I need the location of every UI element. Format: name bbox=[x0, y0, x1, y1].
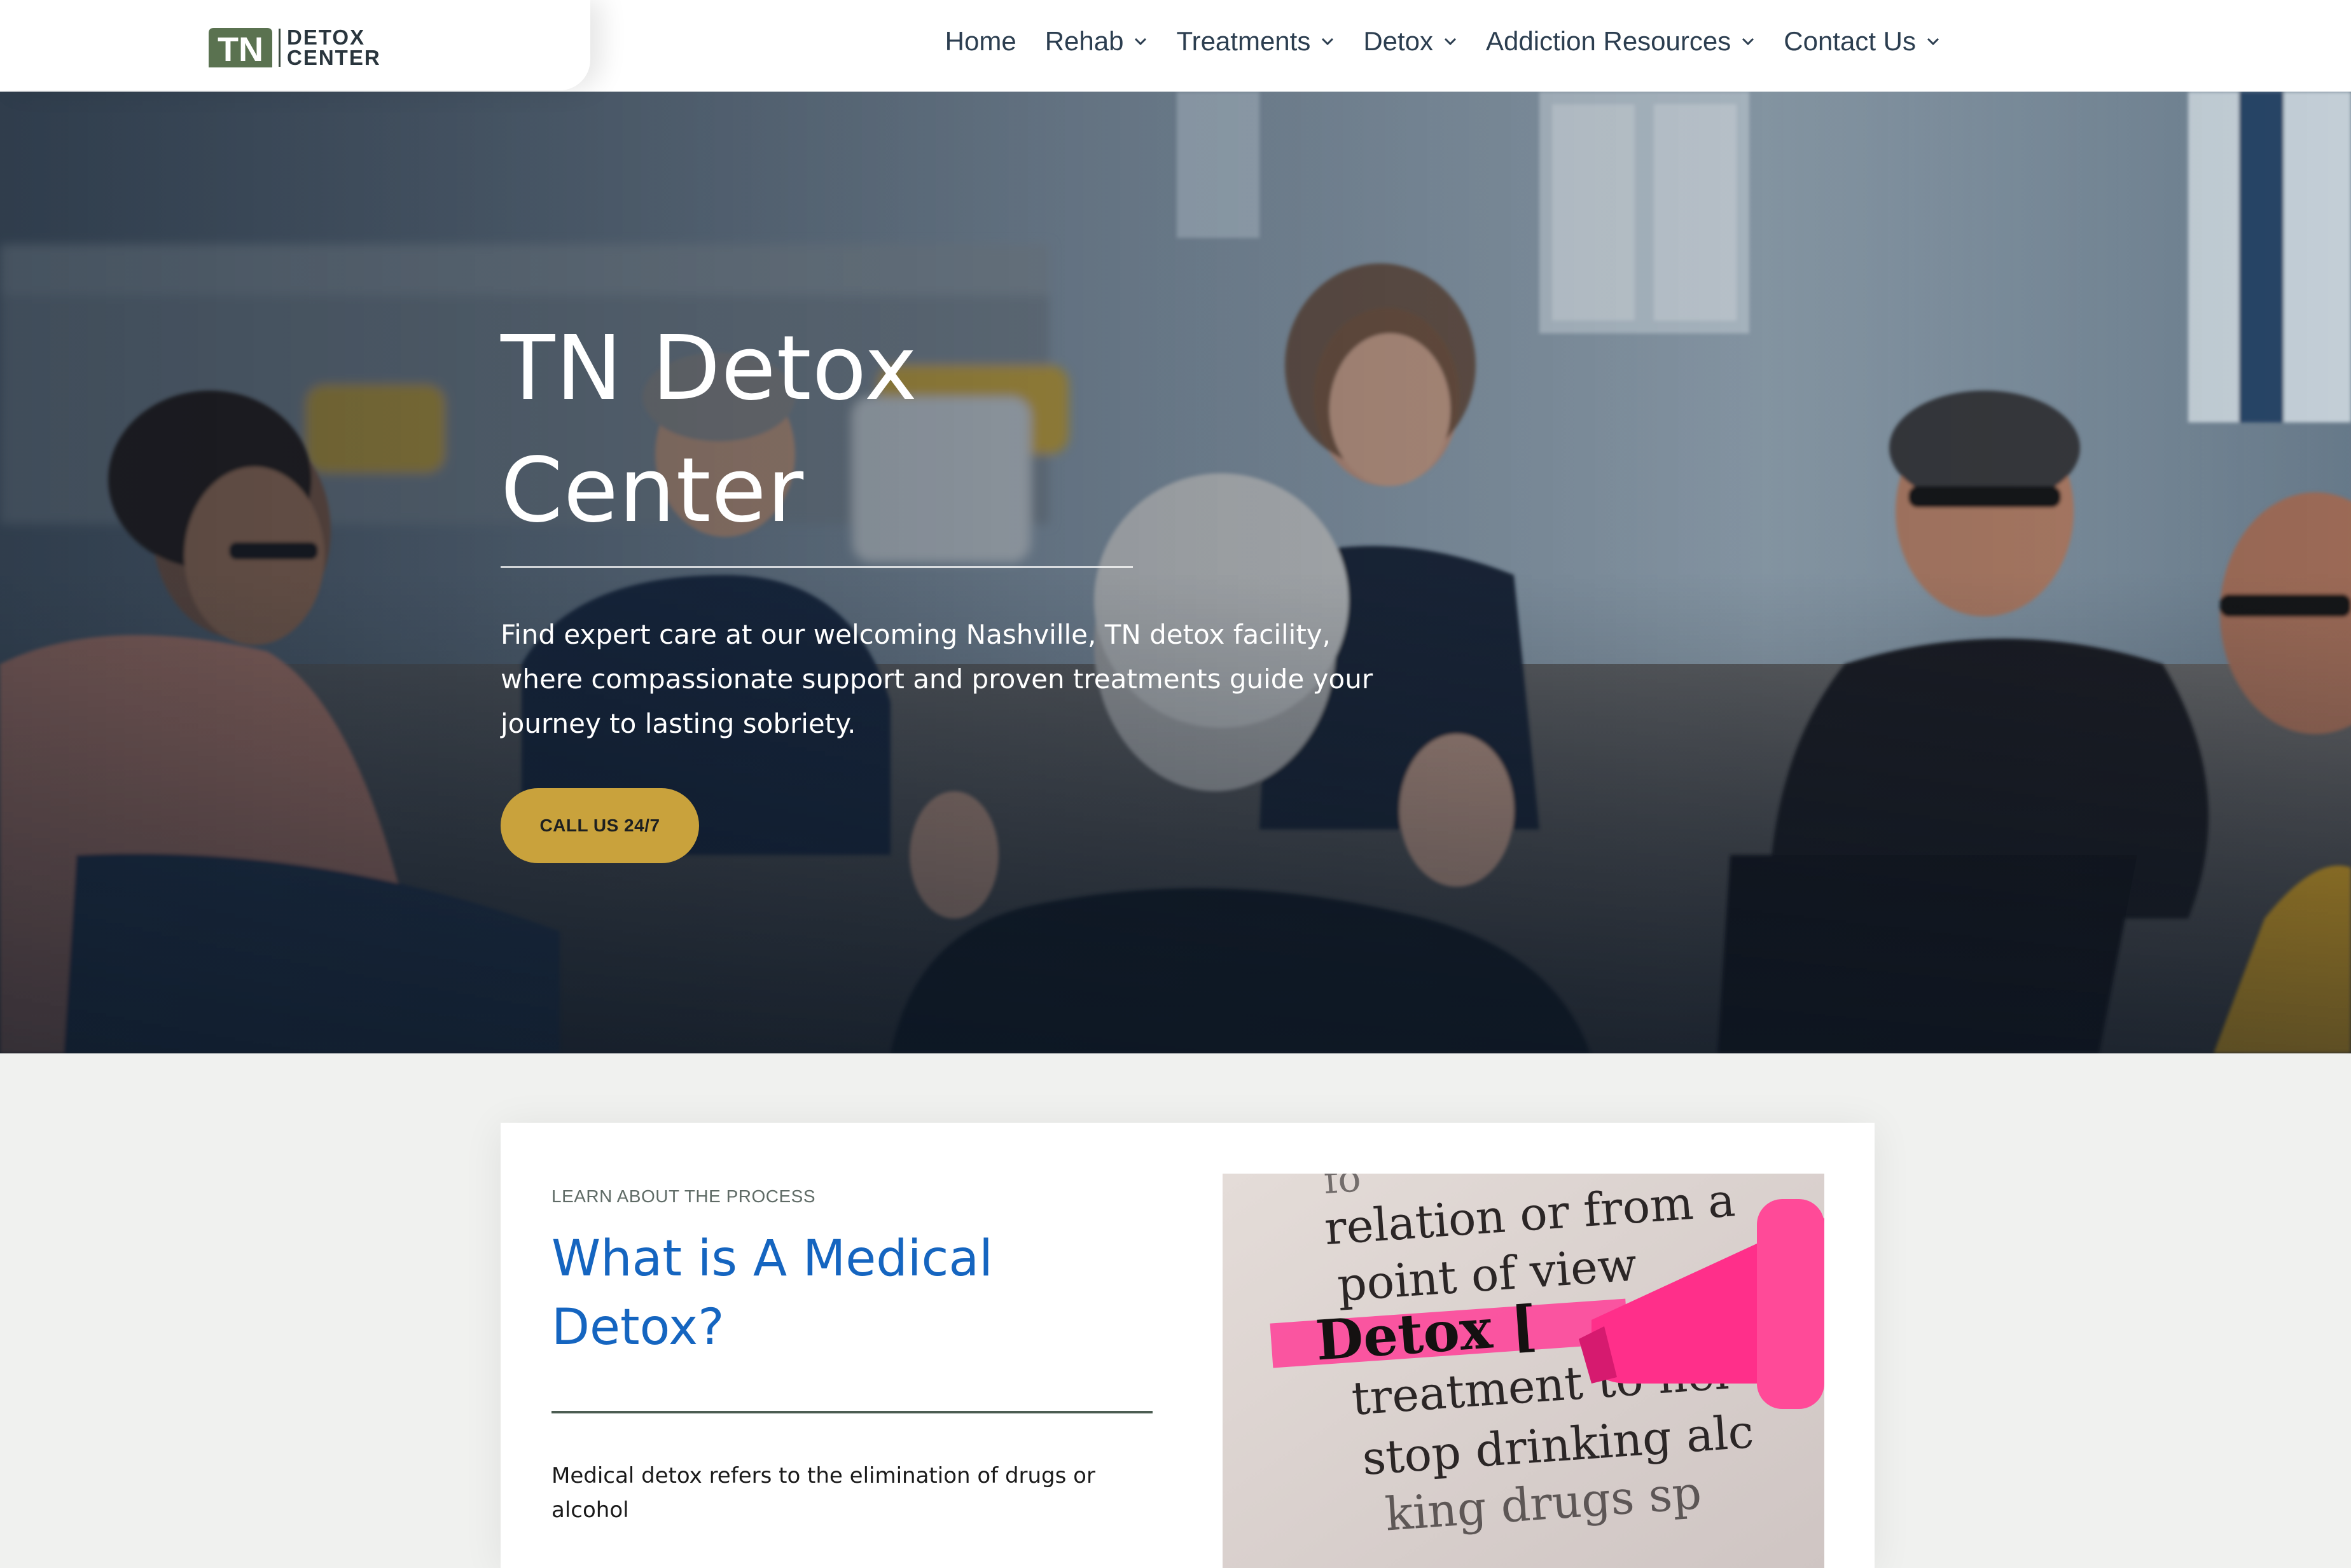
chevron-down-icon bbox=[1444, 38, 1457, 46]
section-title: What is A Medical Detox? bbox=[551, 1225, 1188, 1362]
section-title-line-1: What is A Medical bbox=[551, 1230, 993, 1287]
chevron-down-icon bbox=[1927, 38, 1939, 46]
logo-container: TN DETOX CENTER bbox=[0, 0, 590, 90]
nav-item-label: Contact Us bbox=[1784, 26, 1916, 56]
nav-item-home[interactable]: Home bbox=[945, 26, 1016, 57]
logo-wordmark: DETOX CENTER bbox=[287, 27, 381, 68]
medical-detox-card: LEARN ABOUT THE PROCESS What is A Medica… bbox=[501, 1123, 1875, 1568]
hero-divider bbox=[501, 566, 1133, 568]
main-nav: Home Rehab Treatments Detox Addiction Re… bbox=[945, 0, 1940, 83]
nav-item-label: Treatments bbox=[1176, 26, 1311, 56]
svg-text:fo: fo bbox=[1322, 1174, 1363, 1203]
dictionary-photo: fo relation or from a point of view Deto… bbox=[1223, 1174, 1824, 1568]
nav-item-treatments[interactable]: Treatments bbox=[1176, 26, 1335, 57]
nav-item-contact-us[interactable]: Contact Us bbox=[1784, 26, 1940, 57]
nav-item-label: Addiction Resources bbox=[1486, 26, 1731, 56]
svg-text:TN: TN bbox=[218, 31, 263, 69]
logo-line-1: DETOX bbox=[287, 25, 366, 49]
hero-title-line-1: TN Detox bbox=[501, 317, 918, 420]
nav-item-label: Detox bbox=[1363, 26, 1434, 56]
hero-description: Find expert care at our welcoming Nashvi… bbox=[501, 619, 1373, 739]
section-body: Medical detox refers to the elimination … bbox=[551, 1463, 1095, 1523]
nav-item-detox[interactable]: Detox bbox=[1363, 26, 1457, 57]
detox-dictionary-image: fo relation or from a point of view Deto… bbox=[1223, 1174, 1824, 1568]
nav-item-rehab[interactable]: Rehab bbox=[1045, 26, 1148, 57]
logo-divider bbox=[279, 29, 281, 67]
hero-section: TN Detox Center Find expert care at our … bbox=[0, 92, 2351, 1053]
chevron-down-icon bbox=[1742, 38, 1754, 46]
logo-line-2: CENTER bbox=[287, 46, 381, 69]
nav-item-label: Rehab bbox=[1044, 26, 1124, 56]
chevron-down-icon bbox=[1135, 38, 1147, 46]
section-title-line-2: Detox? bbox=[551, 1299, 725, 1356]
section-eyebrow: LEARN ABOUT THE PROCESS bbox=[551, 1186, 816, 1206]
nav-item-addiction-resources[interactable]: Addiction Resources bbox=[1486, 26, 1755, 57]
call-us-button[interactable]: CALL US 24/7 bbox=[501, 788, 699, 863]
site-header: TN DETOX CENTER Home Rehab Treatments De… bbox=[0, 0, 2351, 92]
chevron-down-icon bbox=[1322, 38, 1334, 46]
section-divider bbox=[551, 1411, 1153, 1413]
logo-mark-icon: TN bbox=[209, 28, 272, 69]
hero-title-line-2: Center bbox=[501, 439, 805, 543]
hero-title: TN Detox Center bbox=[501, 308, 1404, 552]
site-logo[interactable]: TN DETOX CENTER bbox=[207, 27, 381, 69]
hero-content: TN Detox Center Find expert care at our … bbox=[501, 308, 1404, 863]
nav-item-label: Home bbox=[945, 26, 1016, 56]
